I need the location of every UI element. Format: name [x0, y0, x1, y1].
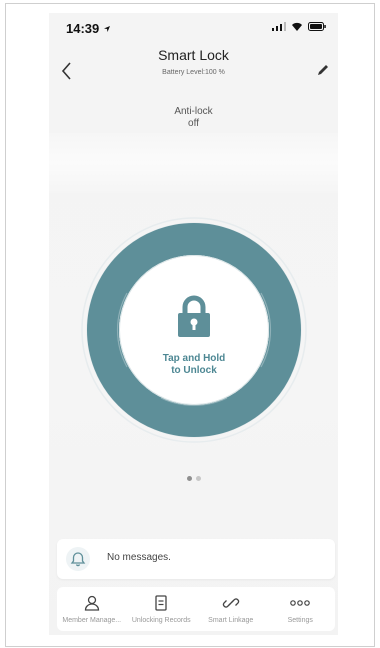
unlock-button[interactable]: Tap and Hold to Unlock [119, 255, 269, 405]
tab-unlocking-records[interactable]: Unlocking Records [127, 587, 197, 631]
tab-label-unlocking-records: Unlocking Records [131, 617, 191, 624]
records-icon [155, 595, 167, 611]
page-dot-active[interactable] [186, 476, 192, 481]
tab-settings[interactable]: Settings [266, 587, 336, 631]
unlock-instruction-line2: to Unlock [171, 365, 217, 376]
unlock-instruction-line1: Tap and Hold [162, 353, 226, 364]
message-card[interactable]: No messages. [57, 539, 335, 579]
edit-pencil-icon[interactable] [314, 61, 332, 79]
person-icon [84, 595, 99, 611]
page-indicator [49, 476, 338, 481]
status-time-text: 14:39 [66, 21, 100, 36]
status-time: 14:39 [66, 21, 111, 36]
tab-label-member-management: Member Manage... [62, 617, 122, 624]
anti-lock-label: Anti-lock [174, 106, 213, 117]
phone-screen: 14:39 Smart Lock Battery Level:100 % Ant… [49, 13, 338, 635]
more-icon [290, 600, 311, 606]
tab-label-smart-linkage: Smart Linkage [208, 617, 254, 624]
anti-lock-value: off [188, 118, 199, 129]
tab-smart-linkage[interactable]: Smart Linkage [196, 587, 266, 631]
message-text: No messages. [107, 552, 171, 563]
bell-icon [70, 552, 86, 567]
unlock-dial[interactable]: Tap and Hold to Unlock [81, 217, 307, 443]
location-arrow-icon [103, 26, 110, 32]
tab-label-settings: Settings [287, 617, 313, 624]
signal-icon [272, 22, 286, 31]
anti-lock-status: Anti-lock off [49, 106, 338, 130]
background-gradient [49, 133, 338, 193]
unlock-instruction: Tap and Hold to Unlock [119, 353, 269, 377]
page-dot[interactable] [195, 476, 201, 481]
bottom-tabbar: Member Manage... Unlocking Records Smart… [57, 587, 335, 631]
page-title: Smart Lock [158, 47, 229, 63]
padlock-icon [178, 295, 210, 337]
tab-member-management[interactable]: Member Manage... [57, 587, 127, 631]
wifi-icon [292, 22, 302, 31]
status-icons [272, 22, 326, 31]
battery-icon [308, 22, 326, 31]
link-icon [222, 598, 239, 608]
bell-icon-wrap [66, 547, 90, 571]
battery-level: Battery Level:100 % [162, 69, 225, 76]
status-bar: 14:39 [49, 13, 338, 41]
